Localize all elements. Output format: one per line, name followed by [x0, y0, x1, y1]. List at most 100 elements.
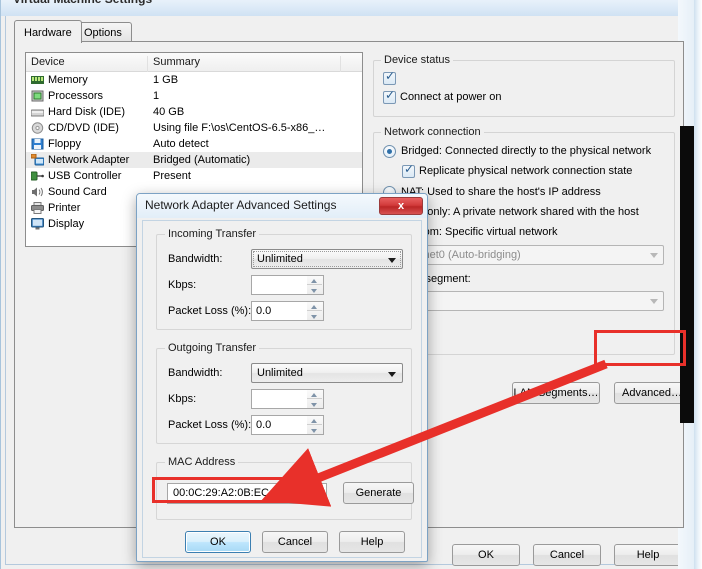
outgoing-kbps-stepper[interactable]: [251, 389, 325, 409]
incoming-transfer-group: Incoming Transfer Bandwidth: Unlimited K…: [156, 228, 412, 330]
chevron-down-icon: [388, 372, 396, 377]
check-icon: ✓: [385, 69, 396, 83]
incoming-kbps-label: Kbps:: [168, 279, 197, 291]
mac-address-input[interactable]: 00:0C:29:A2:0B:EC: [167, 483, 327, 504]
dialog-help-button[interactable]: Help: [339, 531, 405, 553]
custom-network-combo[interactable]: VMnet0 (Auto-bridging): [401, 245, 664, 265]
outgoing-packet-loss-input[interactable]: 0.0: [251, 415, 308, 435]
replicate-label: Replicate physical network connection st…: [419, 165, 633, 177]
device-status-group: Device status ✓ ✓ Connect at power on: [373, 54, 675, 117]
nat-label: NAT: Used to share the host's IP address: [401, 186, 601, 198]
outgoing-bandwidth-label: Bandwidth:: [168, 367, 223, 379]
device-cell: Hard Disk (IDE): [30, 104, 151, 120]
outgoing-kbps-input[interactable]: [251, 389, 308, 409]
mac-address-group-label: MAC Address: [165, 456, 239, 468]
lan-segment-combo[interactable]: [401, 291, 664, 311]
connect-at-power-on-label: Connect at power on: [400, 91, 502, 103]
main-help-button[interactable]: Help: [614, 544, 682, 566]
processor-icon: [31, 90, 44, 102]
device-list-header: Device Summary: [26, 53, 362, 72]
tab-options[interactable]: Options: [74, 22, 132, 42]
summary-cell: 1 GB: [153, 74, 179, 86]
network-adapter-icon: [30, 153, 45, 166]
host-only-label: Host-only: A private network shared with…: [401, 206, 639, 218]
sound-icon: [31, 186, 44, 198]
chevron-down-icon: [650, 299, 658, 304]
spin-up-icon[interactable]: [307, 302, 322, 311]
incoming-bandwidth-combo[interactable]: Unlimited: [251, 249, 403, 269]
window-titlebar: Virtual Machine Settings: [1, 0, 695, 16]
device-cell: USB Controller: [30, 168, 151, 184]
device-name: Memory: [48, 74, 88, 86]
spin-down-icon[interactable]: [307, 426, 322, 435]
outgoing-kbps-spin-buttons[interactable]: [307, 389, 324, 409]
main-cancel-button[interactable]: Cancel: [533, 544, 601, 566]
spin-up-icon[interactable]: [307, 416, 322, 425]
bridged-radio[interactable]: [383, 145, 396, 158]
table-row[interactable]: Processors 1: [26, 88, 362, 104]
network-adapter-advanced-settings-dialog: Network Adapter Advanced Settings x Inco…: [136, 193, 428, 562]
table-row[interactable]: Network Adapter Bridged (Automatic): [26, 152, 362, 168]
device-status-group-label: Device status: [381, 54, 454, 66]
tab-hardware[interactable]: Hardware: [14, 20, 82, 43]
device-name: Network Adapter: [48, 154, 130, 166]
mac-address-group: MAC Address 00:0C:29:A2:0B:EC Generate: [156, 456, 414, 520]
device-name: Sound Card: [48, 186, 107, 198]
dialog-cancel-button[interactable]: Cancel: [262, 531, 328, 553]
device-name: Printer: [48, 202, 81, 214]
connected-checkbox[interactable]: ✓: [383, 69, 396, 85]
spin-up-icon[interactable]: [307, 276, 322, 285]
spin-up-icon[interactable]: [307, 390, 322, 399]
table-row[interactable]: Memory 1 GB: [26, 72, 362, 88]
incoming-packet-loss-input[interactable]: 0.0: [251, 301, 308, 321]
summary-cell: Present: [153, 170, 191, 182]
replicate-checkbox[interactable]: ✓: [402, 162, 415, 178]
incoming-packet-loss-spin-buttons[interactable]: [307, 301, 324, 321]
table-row[interactable]: USB Controller Present: [26, 168, 362, 184]
dialog-titlebar[interactable]: Network Adapter Advanced Settings x: [137, 194, 427, 218]
spin-down-icon[interactable]: [307, 312, 322, 321]
advanced-button-label: Advanced…: [622, 387, 682, 399]
check-icon: ✓: [385, 88, 396, 102]
device-name: Hard Disk (IDE): [48, 106, 126, 118]
device-cell: Processors: [31, 88, 151, 104]
generate-button[interactable]: Generate: [343, 482, 414, 504]
device-cell: Sound Card: [31, 184, 151, 200]
desktop-dark-edge: [680, 126, 694, 423]
outgoing-packet-loss-spin-buttons[interactable]: [307, 415, 324, 435]
dialog-ok-button[interactable]: OK: [185, 531, 251, 553]
device-cell: Network Adapter: [30, 152, 151, 168]
outgoing-packet-loss-stepper[interactable]: 0.0: [251, 415, 325, 435]
lan-segments-button[interactable]: LAN Segments…: [512, 382, 600, 404]
incoming-kbps-input[interactable]: [251, 275, 308, 295]
memory-icon: [31, 74, 44, 86]
tab-strip: Hardware Options: [14, 20, 684, 43]
device-name: Processors: [48, 90, 104, 102]
spin-down-icon[interactable]: [307, 286, 322, 295]
table-row[interactable]: CD/DVD (IDE) Using file F:\os\CentOS-6.5…: [26, 120, 362, 136]
advanced-button[interactable]: Advanced…: [614, 382, 690, 404]
table-row[interactable]: Floppy Auto detect: [26, 136, 362, 152]
device-name: CD/DVD (IDE): [48, 122, 119, 134]
column-header-device[interactable]: Device: [26, 56, 148, 72]
incoming-kbps-spin-buttons[interactable]: [307, 275, 324, 295]
dialog-title: Network Adapter Advanced Settings: [145, 198, 337, 212]
cddvd-icon: [31, 122, 44, 134]
check-icon: ✓: [404, 162, 415, 176]
radio-dot: [386, 148, 392, 154]
dialog-body: Incoming Transfer Bandwidth: Unlimited K…: [142, 220, 422, 558]
table-row[interactable]: Hard Disk (IDE) 40 GB: [26, 104, 362, 120]
dialog-help-label: Help: [360, 536, 384, 548]
close-icon[interactable]: x: [379, 197, 423, 215]
summary-cell: Using file F:\os\CentOS-6.5-x86_…: [153, 122, 326, 134]
incoming-kbps-stepper[interactable]: [251, 275, 325, 295]
floppy-icon: [31, 138, 44, 150]
spin-down-icon[interactable]: [307, 400, 322, 409]
main-ok-button[interactable]: OK: [452, 544, 520, 566]
connect-at-power-on-checkbox[interactable]: ✓: [383, 88, 396, 104]
outgoing-bandwidth-combo[interactable]: Unlimited: [251, 363, 403, 383]
incoming-packet-loss-label: Packet Loss (%):: [168, 305, 252, 317]
column-header-summary[interactable]: Summary: [148, 56, 341, 72]
incoming-packet-loss-stepper[interactable]: 0.0: [251, 301, 325, 321]
device-name: USB Controller: [48, 170, 122, 182]
